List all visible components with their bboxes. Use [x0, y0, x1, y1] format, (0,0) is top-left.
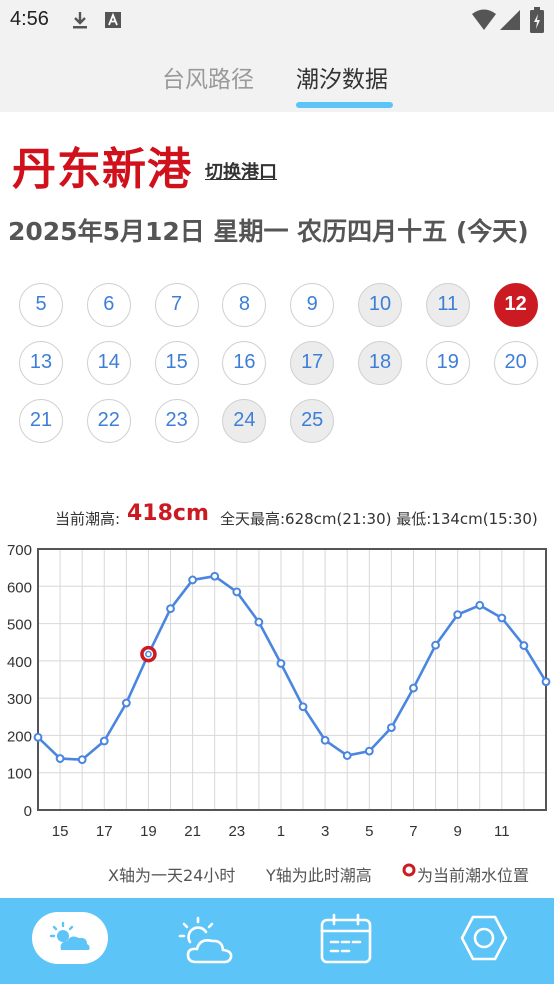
nav-settings[interactable]: [446, 912, 522, 964]
wifi-icon: [472, 9, 496, 30]
date-line: 2025年5月12日 星期一 农历四月十五 (今天): [8, 217, 529, 246]
y-tick-label: 100: [7, 766, 32, 783]
tide-series-line: [37, 574, 548, 761]
day-23[interactable]: 23: [154, 399, 199, 443]
tab-tide-data[interactable]: 潮汐数据: [296, 60, 388, 94]
day-14[interactable]: 14: [86, 341, 131, 385]
tide-data-point: [298, 702, 308, 712]
day-tide-range: 全天最高:628cm(21:30) 最低:134cm(15:30): [220, 510, 538, 528]
day-24[interactable]: 24: [222, 399, 267, 443]
text-notification-icon: [105, 12, 121, 28]
settings-icon: [460, 915, 508, 961]
x-tick-label: 7: [409, 823, 417, 840]
legend-x-axis: X轴为一天24小时: [108, 866, 236, 885]
day-21[interactable]: 21: [19, 399, 63, 443]
tide-chart: 0 100 200 300 400 500 600 700 15 17 19 21 23 1 3 5 7 9 11: [7, 542, 551, 840]
tide-data-point: [453, 610, 463, 620]
nav-forecast[interactable]: [170, 912, 246, 964]
port-name: 丹东新港: [12, 144, 192, 195]
tide-data-point: [431, 640, 440, 650]
x-tick-label: 3: [321, 823, 329, 840]
x-tick-label: 9: [453, 823, 461, 840]
tide-data-point: [33, 732, 43, 742]
y-tick-label: 0: [24, 803, 32, 820]
x-tick-label: 17: [96, 823, 113, 840]
x-tick-label: 23: [228, 823, 245, 840]
tide-data-point: [210, 571, 220, 581]
tide-data-point: [99, 736, 109, 746]
partly-sunny-icon: [178, 916, 233, 964]
x-tick-label: 11: [494, 823, 510, 840]
y-tick-label: 500: [7, 617, 32, 634]
current-position-marker-icon: [402, 863, 416, 877]
signal-icon: [500, 10, 520, 30]
y-tick-label: 700: [7, 542, 32, 559]
tide-data-point: [342, 751, 352, 760]
x-tick-label: 5: [365, 823, 373, 840]
day-8[interactable]: 8: [222, 283, 267, 327]
current-tide-value: 418cm: [127, 501, 209, 526]
day-5[interactable]: 5: [19, 283, 63, 327]
tide-data-point: [519, 641, 529, 650]
tide-data-point: [166, 604, 175, 614]
day-6[interactable]: 6: [86, 283, 131, 327]
day-18[interactable]: 18: [358, 341, 402, 385]
day-10[interactable]: 10: [358, 283, 402, 327]
day-19[interactable]: 19: [425, 341, 470, 385]
tide-data-point: [55, 754, 65, 763]
status-time: 4:56: [10, 8, 49, 30]
x-tick-label: 15: [52, 823, 69, 840]
tide-data-point: [188, 575, 198, 585]
weather-icon: [49, 921, 90, 950]
day-11[interactable]: 11: [425, 283, 470, 327]
bottom-nav: [0, 898, 554, 984]
calendar-icon: [320, 913, 372, 964]
y-tick-label: 600: [7, 579, 32, 596]
current-tide-label: 当前潮高:: [55, 510, 121, 528]
day-7[interactable]: 7: [154, 283, 199, 327]
day-25[interactable]: 25: [290, 399, 335, 443]
day-9[interactable]: 9: [290, 283, 335, 327]
nav-weather[interactable]: [32, 912, 108, 964]
day-22[interactable]: 22: [86, 399, 131, 443]
x-tick-label: 1: [277, 823, 285, 840]
y-tick-label: 200: [7, 728, 32, 745]
current-tide-point: [145, 650, 152, 658]
legend-marker: 为当前潮水位置: [417, 866, 530, 885]
day-16[interactable]: 16: [222, 341, 267, 385]
tide-data-point: [254, 617, 264, 627]
tide-data-point: [364, 746, 374, 756]
switch-port-link[interactable]: 切换港口: [205, 158, 277, 184]
tide-data-point: [77, 755, 87, 765]
status-bar: 4:56: [0, 0, 554, 40]
tide-data-point: [386, 723, 396, 732]
tab-typhoon-path[interactable]: 台风路径: [162, 60, 254, 94]
tide-data-point: [475, 600, 485, 610]
y-tick-label: 300: [7, 691, 32, 708]
tide-data-point: [121, 698, 131, 708]
nav-calendar[interactable]: [308, 912, 384, 964]
tide-data-point: [541, 677, 551, 687]
x-tick-label: 19: [140, 823, 157, 840]
tide-data-point: [497, 613, 507, 623]
tide-data-point: [232, 587, 242, 597]
legend-y-axis: Y轴为此时潮高: [266, 866, 372, 885]
battery-icon: [530, 7, 544, 33]
y-tick-label: 400: [7, 654, 32, 671]
day-13[interactable]: 13: [19, 341, 63, 385]
plot-frame: [37, 548, 547, 811]
download-icon: [73, 12, 87, 29]
tide-data-point: [320, 735, 330, 745]
day-17[interactable]: 17: [290, 341, 335, 385]
day-20[interactable]: 20: [493, 341, 538, 385]
tide-data-point: [276, 659, 286, 668]
x-tick-label: 21: [184, 823, 201, 840]
day-15[interactable]: 15: [154, 341, 199, 385]
top-tabs: 台风路径 潮汐数据: [0, 40, 554, 112]
day-12[interactable]: 12: [493, 283, 538, 327]
active-tab-indicator: [296, 102, 393, 108]
tide-data-point: [409, 683, 418, 693]
